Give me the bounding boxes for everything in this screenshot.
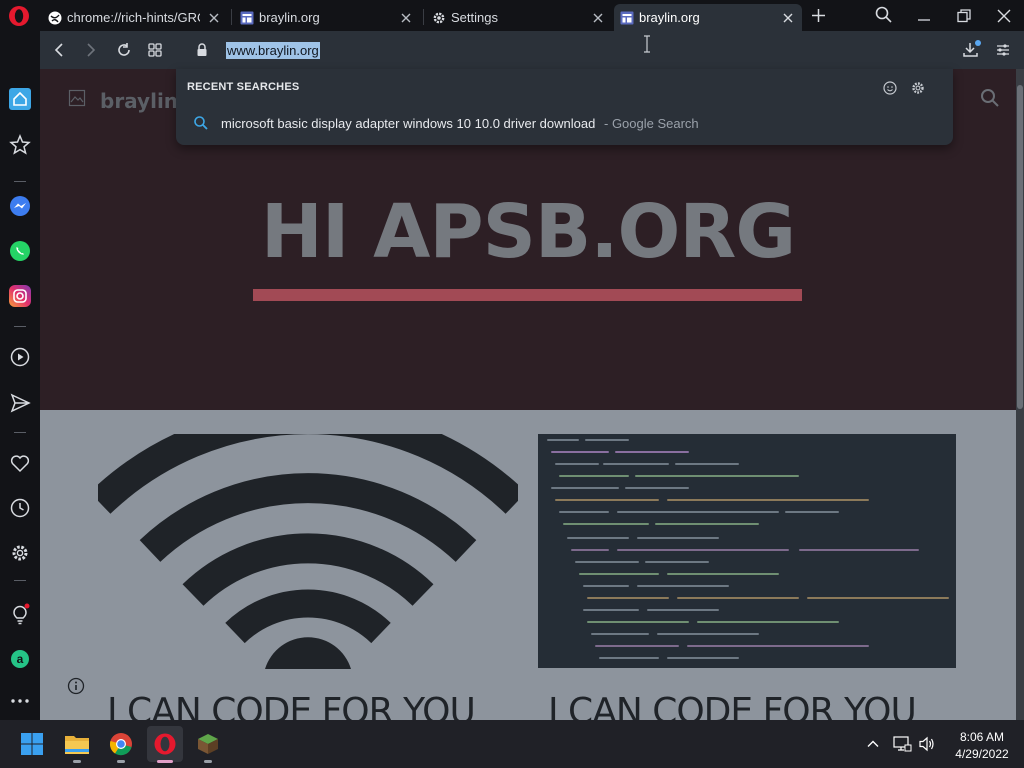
restore-icon[interactable] bbox=[955, 7, 973, 25]
taskbar-file-explorer[interactable] bbox=[59, 726, 95, 762]
close-tab-icon[interactable] bbox=[780, 10, 796, 26]
recent-searches-label: RECENT SEARCHES bbox=[187, 81, 300, 93]
running-indicator bbox=[73, 760, 81, 763]
active-indicator bbox=[157, 760, 173, 763]
speed-dial-icon[interactable] bbox=[147, 42, 163, 58]
download-icon[interactable] bbox=[961, 40, 981, 60]
hero-underline bbox=[253, 289, 802, 301]
card-right-title: I CAN CODE FOR YOU bbox=[548, 691, 917, 720]
wifi-icon bbox=[98, 434, 518, 669]
opera-menu-button[interactable] bbox=[8, 5, 30, 27]
search-icon bbox=[194, 116, 208, 130]
file-explorer-icon bbox=[65, 736, 89, 754]
svg-text:a: a bbox=[17, 652, 24, 666]
forward-icon[interactable] bbox=[84, 42, 98, 58]
easy-setup-icon[interactable] bbox=[995, 42, 1011, 58]
code-image bbox=[538, 434, 956, 668]
close-tab-icon[interactable] bbox=[398, 10, 414, 26]
broken-image-icon bbox=[68, 89, 86, 107]
minimize-icon[interactable] bbox=[915, 7, 933, 25]
send-icon[interactable] bbox=[8, 391, 32, 415]
taskbar-opera[interactable] bbox=[147, 726, 183, 762]
tab-rich-hints[interactable]: chrome://rich-hints/GROW bbox=[42, 4, 228, 31]
sidebar-divider bbox=[14, 432, 26, 433]
opera-icon bbox=[154, 733, 176, 755]
close-window-icon[interactable] bbox=[995, 7, 1013, 25]
chrome-icon bbox=[109, 733, 132, 756]
tab-separator bbox=[231, 9, 232, 25]
suggestion-text[interactable]: microsoft basic display adapter windows … bbox=[221, 116, 595, 131]
code-screenshot bbox=[547, 439, 949, 659]
running-indicator bbox=[117, 760, 125, 763]
web-page: braylin.org HI APSB.ORG I CAN CODE FOR Y… bbox=[40, 69, 1024, 720]
tab-title: chrome://rich-hints/GROW bbox=[67, 10, 200, 25]
running-indicator bbox=[204, 760, 212, 763]
start-icon bbox=[21, 733, 43, 755]
aria-icon[interactable]: a bbox=[8, 647, 32, 671]
url-field[interactable]: www.braylin.org bbox=[226, 42, 320, 59]
settings-icon[interactable] bbox=[8, 541, 32, 565]
globe-icon bbox=[48, 11, 62, 24]
scrollbar-thumb[interactable] bbox=[1017, 85, 1023, 409]
tab-braylin[interactable]: braylin.org bbox=[234, 4, 420, 31]
tab-settings[interactable]: Settings bbox=[426, 4, 612, 31]
bookmarks-icon[interactable] bbox=[8, 133, 32, 157]
new-tab-icon[interactable] bbox=[810, 7, 827, 24]
address-bar bbox=[40, 31, 1024, 69]
minecraft-icon bbox=[198, 734, 218, 754]
hero-title: HI APSB.ORG bbox=[260, 189, 796, 275]
heart-icon[interactable] bbox=[8, 451, 32, 475]
tab-search-icon[interactable] bbox=[874, 5, 894, 25]
sidebar-divider bbox=[14, 580, 26, 581]
lightbulb-icon[interactable] bbox=[8, 602, 32, 626]
gear-icon bbox=[433, 12, 445, 23]
whatsapp-icon[interactable] bbox=[8, 239, 32, 263]
home-icon bbox=[13, 91, 27, 106]
instagram-icon[interactable] bbox=[9, 285, 31, 307]
tab-separator bbox=[423, 9, 424, 25]
card-left-title: I CAN CODE FOR YOU bbox=[107, 691, 476, 720]
tab-title: braylin.org bbox=[639, 10, 700, 25]
volume-icon[interactable] bbox=[917, 734, 937, 754]
lock-icon[interactable] bbox=[195, 42, 209, 58]
reload-icon[interactable] bbox=[115, 41, 133, 59]
close-tab-icon[interactable] bbox=[206, 10, 222, 26]
site-icon bbox=[240, 11, 254, 24]
tab-title: Settings bbox=[451, 10, 498, 25]
sidebar-divider bbox=[14, 326, 26, 327]
chevron-up-icon[interactable] bbox=[866, 737, 880, 751]
clock-time[interactable]: 8:06 AM bbox=[950, 730, 1014, 744]
more-icon[interactable] bbox=[8, 689, 32, 713]
info-icon[interactable] bbox=[67, 677, 85, 695]
sidebar-item-home[interactable] bbox=[9, 88, 31, 110]
back-icon[interactable] bbox=[52, 42, 66, 58]
sidebar-divider bbox=[14, 181, 26, 182]
player-icon[interactable] bbox=[8, 345, 32, 369]
start-button[interactable] bbox=[14, 726, 50, 762]
tab-title: braylin.org bbox=[259, 10, 320, 25]
text-cursor-icon bbox=[644, 35, 650, 53]
emoji-icon[interactable] bbox=[882, 80, 898, 96]
taskbar-chrome[interactable] bbox=[103, 726, 139, 762]
clock-date[interactable]: 4/29/2022 bbox=[944, 747, 1020, 761]
network-icon[interactable] bbox=[892, 734, 912, 754]
suggestion-source: - Google Search bbox=[604, 116, 699, 131]
address-dropdown: RECENT SEARCHES microsoft basic display … bbox=[176, 69, 953, 145]
history-icon[interactable] bbox=[8, 496, 32, 520]
messenger-icon[interactable] bbox=[8, 194, 32, 218]
site-icon bbox=[620, 11, 634, 24]
opera-logo-icon bbox=[9, 6, 29, 26]
close-tab-icon[interactable] bbox=[590, 10, 606, 26]
tab-braylin-active[interactable]: braylin.org bbox=[614, 4, 802, 31]
taskbar-minecraft[interactable] bbox=[190, 726, 226, 762]
site-search-icon[interactable] bbox=[980, 88, 1000, 108]
search-settings-icon[interactable] bbox=[910, 80, 926, 96]
